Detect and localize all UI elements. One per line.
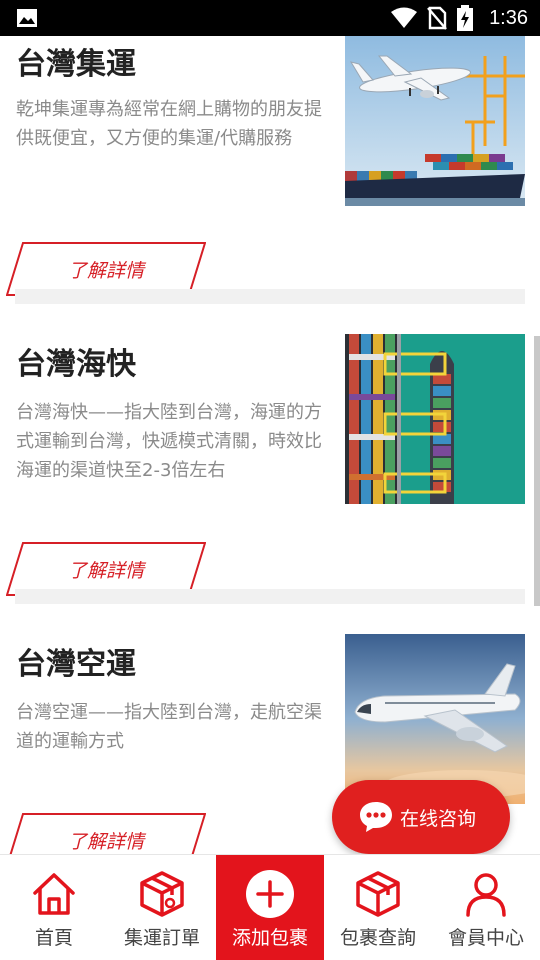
battery-charging-icon: [457, 5, 474, 31]
box-search-icon: [356, 871, 400, 917]
scrollbar[interactable]: [534, 336, 540, 606]
home-icon: [33, 873, 75, 915]
service-list[interactable]: 台灣集運 乾坤集運專為經常在網上購物的朋友提供既便宜，又方便的集運/代購服務 了…: [0, 36, 540, 854]
card-description: 乾坤集運專為經常在網上購物的朋友提供既便宜，又方便的集運/代購服務: [16, 99, 322, 149]
card-title: 台灣空運: [16, 647, 136, 682]
no-sim-icon: [427, 6, 447, 30]
card-divider: [15, 589, 525, 604]
service-card-taiwan-consolidation: 台灣集運 乾坤集運專為經常在網上購物的朋友提供既便宜，又方便的集運/代購服務 了…: [0, 36, 540, 296]
wifi-icon: [391, 7, 418, 28]
online-consult-button[interactable]: 在线咨询: [332, 780, 510, 854]
chat-bubble-icon: [360, 802, 392, 832]
card-image: [345, 634, 525, 804]
learn-more-button[interactable]: 了解詳情: [6, 813, 206, 854]
airplane-in-sky-image: [345, 634, 525, 804]
tab-label: 包裹查詢: [339, 927, 416, 949]
card-description: 台灣空運——指大陸到台灣，走航空渠道的運輸方式: [16, 702, 322, 752]
tab-label: 會員中心: [447, 927, 524, 949]
tab-consolidation-orders[interactable]: 集運訂單: [108, 855, 216, 960]
tab-member-center[interactable]: 會員中心: [432, 855, 540, 960]
online-consult-label: 在线咨询: [400, 807, 477, 830]
image-notification-icon: [17, 9, 37, 27]
card-image: [345, 36, 525, 206]
user-icon: [466, 873, 506, 917]
tab-home[interactable]: 首頁: [0, 855, 108, 960]
add-circle-icon: [246, 870, 294, 918]
tab-package-query[interactable]: 包裹查詢: [324, 855, 432, 960]
tab-label: 添加包裹: [231, 927, 308, 949]
learn-more-label: 了解詳情: [67, 830, 144, 853]
status-bar: 1:36: [0, 0, 540, 36]
airplane-and-container-port-image: [345, 36, 525, 206]
card-divider: [15, 289, 525, 304]
learn-more-button[interactable]: 了解詳情: [6, 542, 206, 596]
container-ship-aerial-image: [345, 334, 525, 504]
bottom-tab-bar: 首頁 集運訂單 添加包裹 包裹查詢 會員中心: [0, 854, 540, 960]
learn-more-label: 了解詳情: [67, 259, 144, 282]
tab-add-package[interactable]: 添加包裹: [216, 855, 324, 960]
package-icon: [140, 871, 184, 917]
learn-more-button[interactable]: 了解詳情: [6, 242, 206, 296]
learn-more-label: 了解詳情: [67, 559, 144, 582]
card-image: [345, 334, 525, 504]
tab-label: 首頁: [34, 927, 73, 949]
service-card-taiwan-sea-express: 台灣海快 台灣海快——指大陸到台灣，海運的方式運輸到台灣，快遞模式清關，時效比海…: [0, 304, 540, 596]
card-title: 台灣集運: [16, 47, 136, 82]
status-time: 1:36: [489, 6, 528, 29]
card-title: 台灣海快: [16, 347, 136, 382]
card-description: 台灣海快——指大陸到台灣，海運的方式運輸到台灣，快遞模式清關，時效比海運的渠道快…: [16, 402, 322, 481]
tab-label: 集運訂單: [123, 927, 200, 949]
